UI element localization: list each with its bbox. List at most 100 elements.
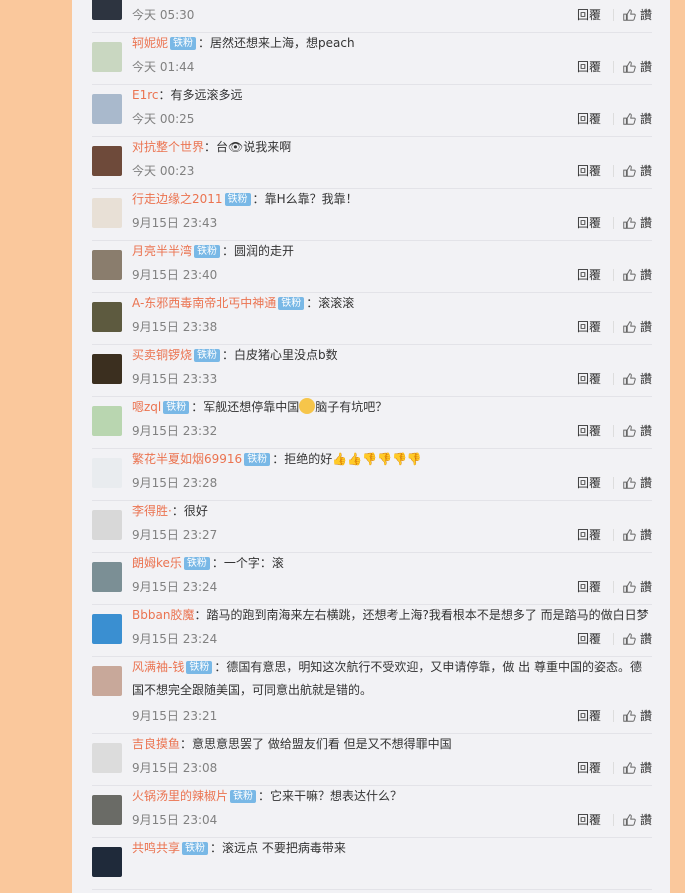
username-link[interactable]: 繁花半夏如烟69916 (132, 452, 242, 466)
avatar[interactable] (92, 743, 122, 773)
timestamp: 9月15日 23:38 (132, 320, 218, 334)
fan-badge[interactable]: 铁粉 (230, 790, 257, 803)
thumbs-up-icon (623, 424, 636, 437)
like-button[interactable]: 讚 (622, 474, 652, 491)
comment-actions: 回覆 讚 (577, 370, 652, 387)
username-link[interactable]: 嗯zql (132, 400, 161, 414)
reply-button[interactable]: 回覆 (577, 630, 601, 647)
like-button[interactable]: 讚 (622, 578, 652, 595)
reply-button[interactable]: 回覆 (577, 110, 601, 127)
reply-button[interactable]: 回覆 (577, 707, 601, 724)
avatar[interactable] (92, 198, 122, 228)
reply-button[interactable]: 回覆 (577, 58, 601, 75)
comment-item: 火锅汤里的辣椒片 铁粉 ：它来干嘛？想表达什么？ 9月15日 23:04 回覆 讚 (92, 786, 652, 838)
username-link[interactable]: 朗姆ke乐 (132, 556, 182, 570)
like-button[interactable]: 讚 (622, 214, 652, 231)
like-button[interactable]: 讚 (622, 707, 652, 724)
comment-item: 朗姆ke乐 铁粉 ：一个字：滚 9月15日 23:24 回覆 讚 (92, 553, 652, 605)
avatar[interactable] (92, 94, 122, 124)
username-link[interactable]: 李得胜· (132, 504, 172, 518)
fan-badge[interactable]: 铁粉 (183, 557, 210, 570)
fan-badge[interactable]: 铁粉 (194, 349, 221, 362)
avatar[interactable] (92, 0, 122, 20)
reply-button[interactable]: 回覆 (577, 266, 601, 283)
comment-body: 它来干嘛？想表达什么？ (270, 789, 403, 803)
reply-button[interactable]: 回覆 (577, 6, 601, 23)
like-button[interactable]: 讚 (622, 58, 652, 75)
reply-button[interactable]: 回覆 (577, 318, 601, 335)
separator: ： (194, 608, 207, 622)
reply-button[interactable]: 回覆 (577, 422, 601, 439)
avatar[interactable] (92, 562, 122, 592)
reply-button[interactable]: 回覆 (577, 214, 601, 231)
like-button[interactable]: 讚 (622, 526, 652, 543)
avatar[interactable] (92, 458, 122, 488)
separator: ： (222, 348, 235, 362)
divider (612, 632, 614, 645)
reply-button[interactable]: 回覆 (577, 474, 601, 491)
timestamp: 9月15日 23:33 (132, 372, 218, 386)
fan-badge[interactable]: 铁粉 (194, 245, 221, 258)
like-button[interactable]: 讚 (622, 266, 652, 283)
avatar[interactable] (92, 250, 122, 280)
fan-badge[interactable]: 铁粉 (278, 297, 305, 310)
comment-text: 轲妮妮 铁粉 ：居然还想来上海，想peach (132, 32, 652, 55)
thumbs-up-icon (623, 528, 636, 541)
fan-badge[interactable]: 铁粉 (244, 453, 271, 466)
thumbs-up-icon (623, 112, 636, 125)
username-link[interactable]: 对抗整个世界 (132, 140, 204, 154)
divider (612, 268, 614, 281)
comment-text: A-东邪西毒南帝北丐中神通 铁粉 ：滚滚滚 (132, 292, 652, 315)
reply-button[interactable]: 回覆 (577, 526, 601, 543)
username-link[interactable]: 行走边缘之2011 (132, 192, 223, 206)
avatar[interactable] (92, 666, 122, 696)
username-link[interactable]: 轲妮妮 (132, 36, 168, 50)
like-button[interactable]: 讚 (622, 162, 652, 179)
separator: ： (158, 88, 171, 102)
fan-badge[interactable]: 铁粉 (186, 661, 213, 674)
avatar[interactable] (92, 302, 122, 332)
comment-text: 闲庭落花eillen铁粉：干的漂亮 (132, 0, 652, 3)
avatar[interactable] (92, 42, 122, 72)
comment-text: 李得胜·：很好 (132, 500, 652, 523)
like-button[interactable]: 讚 (622, 110, 652, 127)
avatar[interactable] (92, 510, 122, 540)
like-button[interactable]: 讚 (622, 318, 652, 335)
reply-button[interactable]: 回覆 (577, 578, 601, 595)
like-label: 讚 (639, 320, 652, 334)
fan-badge[interactable]: 铁粉 (182, 842, 209, 855)
reply-button[interactable]: 回覆 (577, 759, 601, 776)
fan-badge[interactable]: 铁粉 (163, 401, 190, 414)
avatar[interactable] (92, 614, 122, 644)
fan-badge[interactable]: 铁粉 (224, 193, 251, 206)
comment-item: 对抗整个世界：台👁说我来啊 今天 00:23 回覆 讚 (92, 137, 652, 189)
divider (612, 60, 614, 73)
username-link[interactable]: 买卖铜锣烧 (132, 348, 192, 362)
username-link[interactable]: A-东邪西毒南帝北丐中神通 (132, 296, 276, 310)
thumbs-up-icon (623, 632, 636, 645)
like-button[interactable]: 讚 (622, 370, 652, 387)
reply-button[interactable]: 回覆 (577, 811, 601, 828)
username-link[interactable]: Bbban胶魔 (132, 608, 194, 622)
like-button[interactable]: 讚 (622, 422, 652, 439)
username-link[interactable]: 吉良摸鱼 (132, 737, 180, 751)
comment-actions: 回覆 讚 (577, 811, 652, 828)
username-link[interactable]: 风满袖-钱 (132, 660, 184, 674)
reply-button[interactable]: 回覆 (577, 162, 601, 179)
avatar[interactable] (92, 847, 122, 877)
like-button[interactable]: 讚 (622, 759, 652, 776)
username-link[interactable]: 共鸣共享 (132, 841, 180, 855)
avatar[interactable] (92, 146, 122, 176)
reply-button[interactable]: 回覆 (577, 370, 601, 387)
like-button[interactable]: 讚 (622, 811, 652, 828)
like-label: 讚 (639, 164, 652, 178)
username-link[interactable]: E1rc (132, 88, 158, 102)
fan-badge[interactable]: 铁粉 (170, 37, 197, 50)
username-link[interactable]: 月亮半半湾 (132, 244, 192, 258)
avatar[interactable] (92, 354, 122, 384)
like-button[interactable]: 讚 (622, 630, 652, 647)
avatar[interactable] (92, 795, 122, 825)
like-button[interactable]: 讚 (622, 6, 652, 23)
avatar[interactable] (92, 406, 122, 436)
username-link[interactable]: 火锅汤里的辣椒片 (132, 789, 228, 803)
